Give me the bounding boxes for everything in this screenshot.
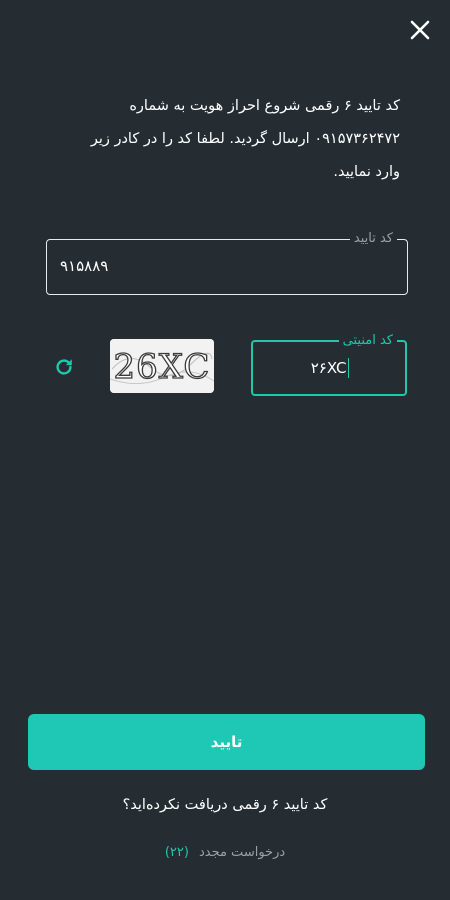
refresh-icon	[56, 359, 72, 375]
instruction-message: کد تایید ۶ رقمی شروع احراز هویت به شماره…	[30, 90, 400, 189]
not-received-text: کد تایید ۶ رقمی دریافت نکرده‌اید؟	[122, 797, 328, 813]
text-caret	[347, 358, 349, 378]
security-code-value: ۲۶XC	[310, 359, 347, 377]
resend-label: درخواست مجدد	[198, 845, 286, 860]
captcha-text: 26XC	[114, 347, 211, 387]
refresh-captcha-button[interactable]	[51, 354, 77, 380]
resend-countdown: (۲۲)	[164, 845, 189, 860]
confirm-button[interactable]: تایید	[28, 714, 425, 770]
captcha-image: 26XC	[110, 339, 214, 393]
message-line-2: ۰۹۱۵۷۳۶۲۴۷۲ ارسال گردید. لطفا کد را در ک…	[90, 131, 400, 147]
message-line-3: وارد نمایید.	[333, 164, 400, 180]
verification-code-field[interactable]: کد تایید ۹۱۵۸۸۹	[46, 229, 408, 295]
message-line-1: کد تایید ۶ رقمی شروع احراز هویت به شماره	[129, 98, 400, 114]
security-code-input[interactable]: ۲۶XC	[311, 358, 349, 378]
resend-request[interactable]: درخواست مجدد (۲۲)	[0, 845, 450, 860]
close-button[interactable]	[404, 14, 436, 46]
security-code-field[interactable]: کد امنیتی ۲۶XC	[251, 331, 407, 396]
close-icon	[410, 20, 430, 40]
verification-code-label: کد تایید	[349, 229, 397, 249]
security-code-label: کد امنیتی	[338, 331, 397, 351]
verification-code-input[interactable]: ۹۱۵۸۸۹	[60, 257, 108, 275]
